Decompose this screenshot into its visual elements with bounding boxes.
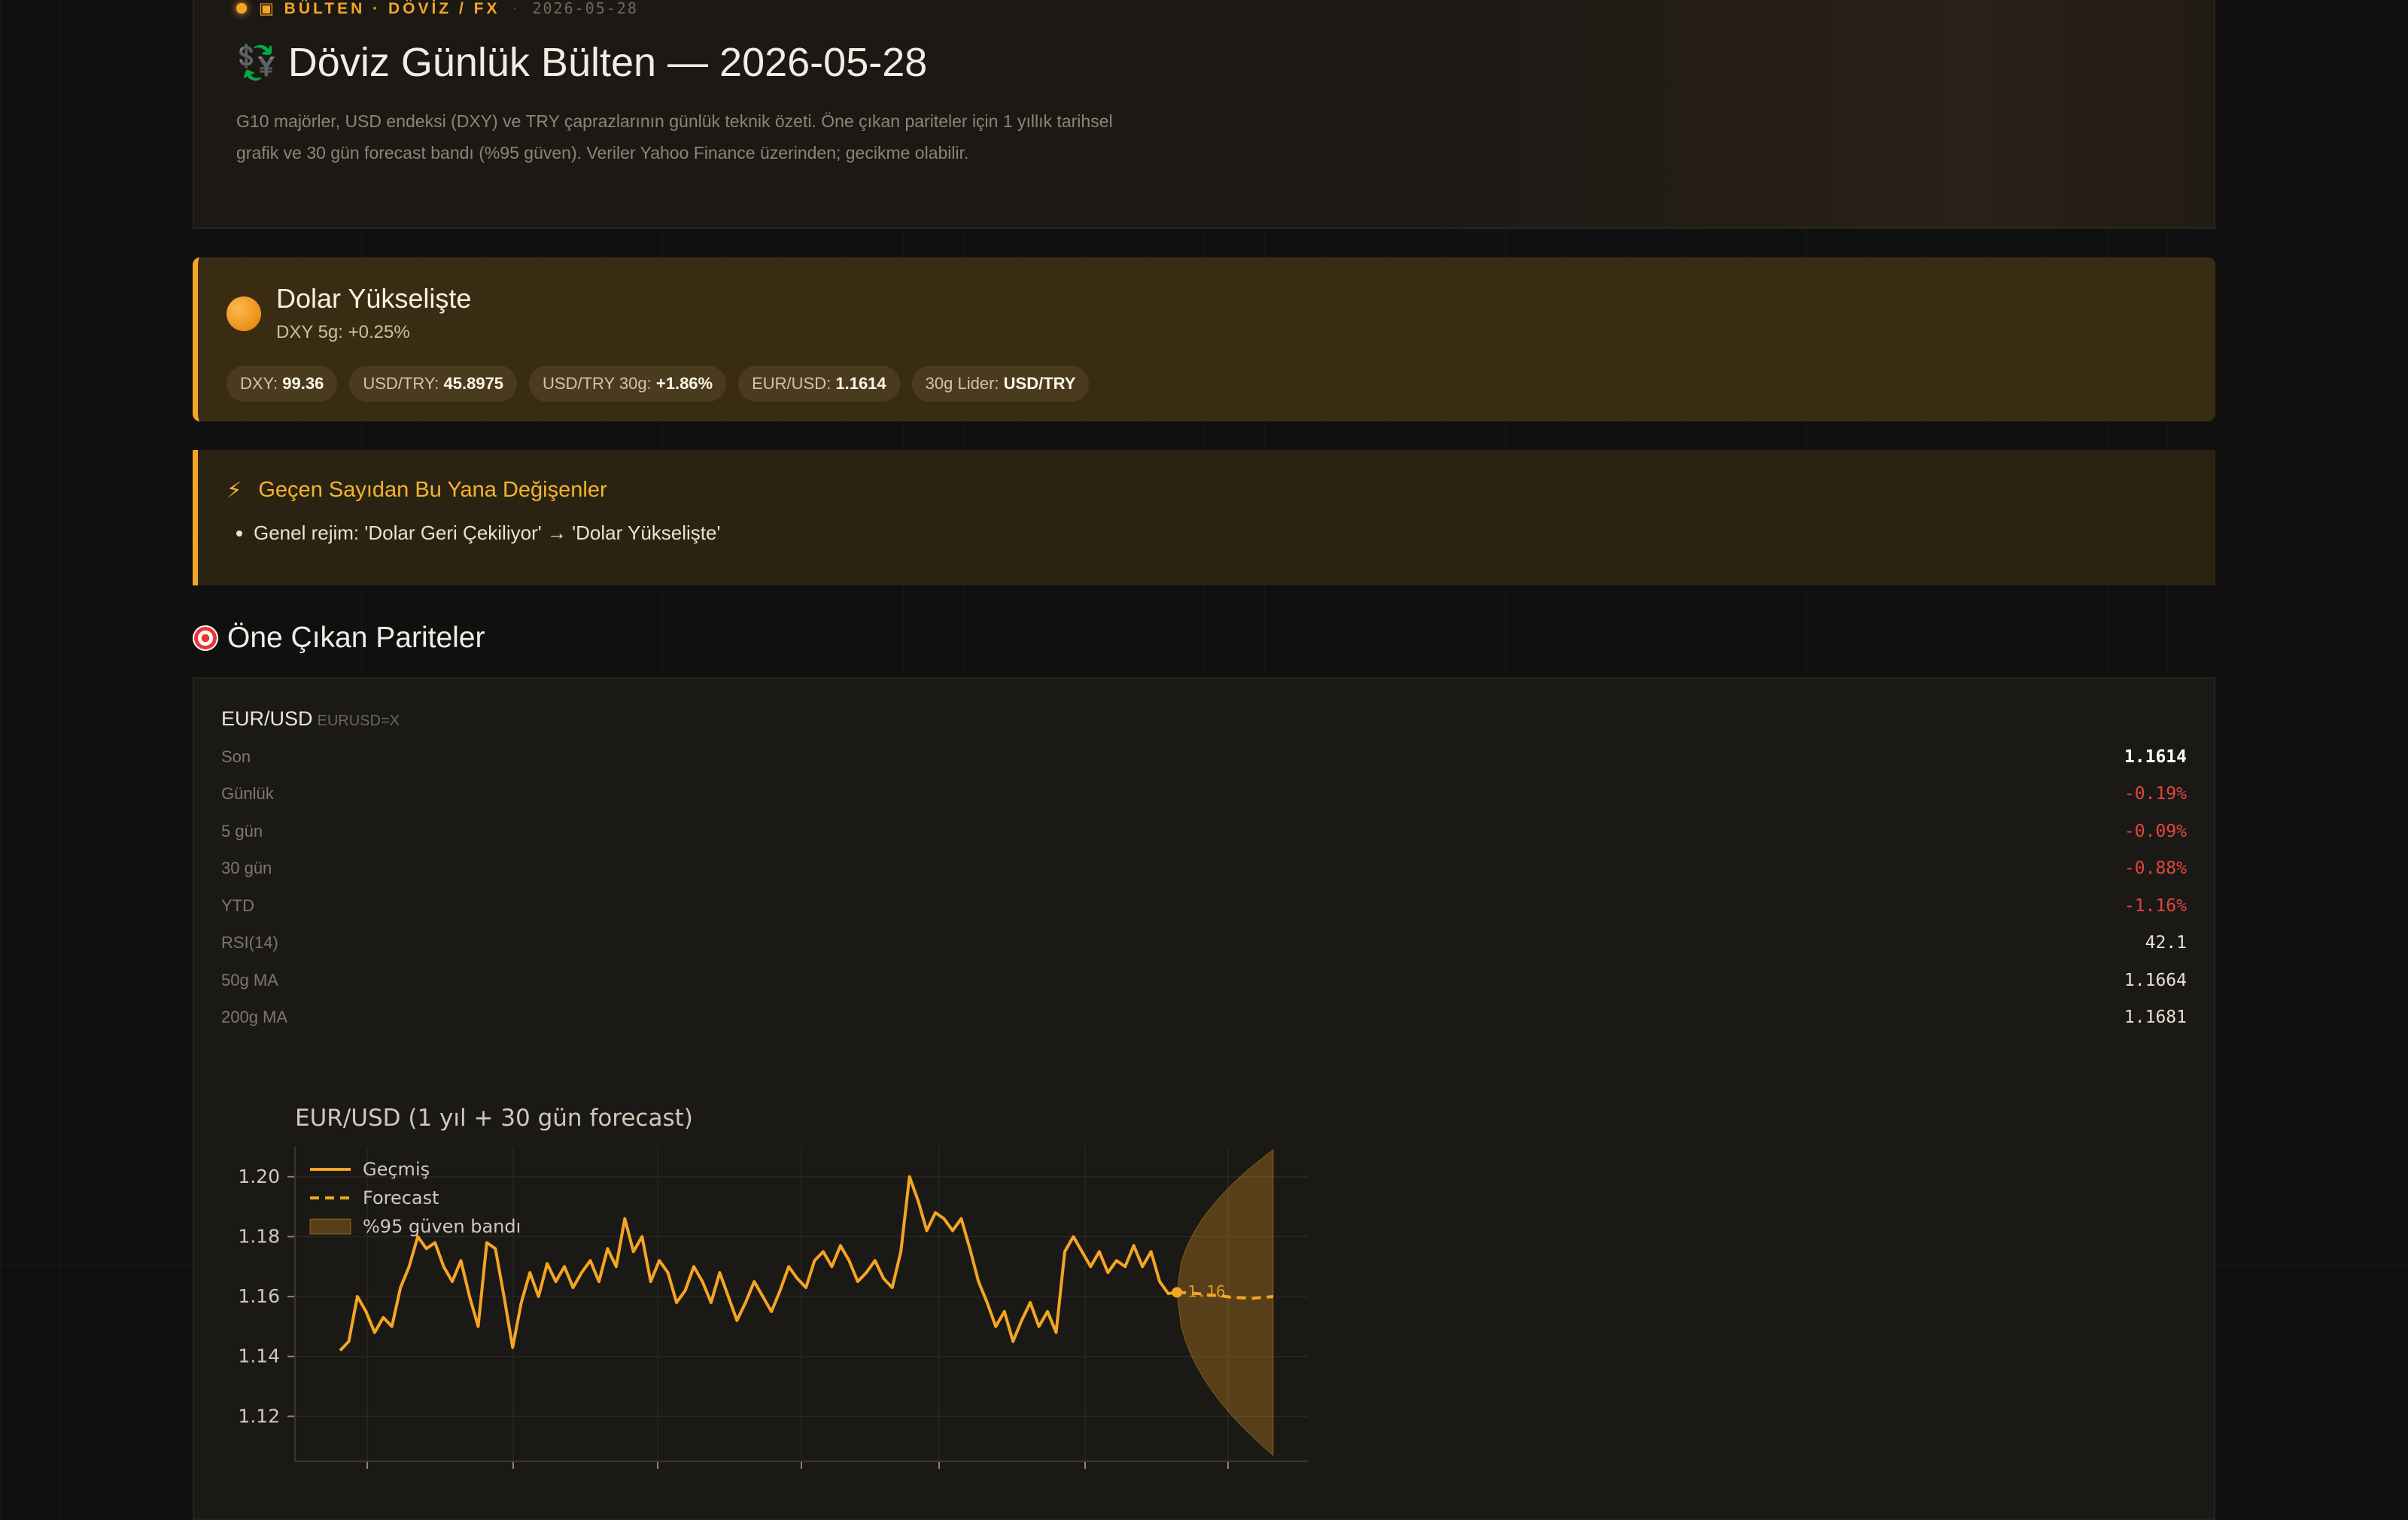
- pill-usdtry: USD/TRY: 45.8975: [349, 366, 518, 402]
- pair-card-eurusd: EUR/USD EURUSD=X Son 1.1614 Günlük -0.19% 5 g…: [193, 677, 2215, 1520]
- changes-list: Genel rejim: 'Dolar Geri Çekiliyor' → 'D…: [227, 521, 2215, 545]
- stat-row: 5 gün -0.09%: [221, 813, 2187, 850]
- stat-value: 1.1614: [2124, 746, 2187, 767]
- stat-value: -1.16%: [2124, 895, 2187, 916]
- pair-symbol: EURUSD=X: [317, 713, 400, 729]
- stat-row: 50g MA 1.1664: [221, 962, 2187, 999]
- stat-value: -0.88%: [2124, 859, 2187, 879]
- bulletin-header: ▣ BÜLTEN · DÖVİZ / FX · 2026-05-28 💱 Döv…: [193, 0, 2215, 229]
- stat-label: 30 gün: [221, 859, 272, 878]
- stat-row: Günlük -0.19%: [221, 776, 2187, 813]
- chart-title: EUR/USD (1 yıl + 30 gün forecast): [295, 1105, 693, 1132]
- pair-header: EUR/USD EURUSD=X: [221, 707, 2187, 731]
- stat-value: 1.1681: [2124, 1008, 2187, 1028]
- pill-30g-leader: 30g Lider: USD/TRY: [911, 366, 1090, 402]
- y-tick-label: 1.18: [238, 1225, 280, 1247]
- bulletin-tag: ▣ BÜLTEN · DÖVİZ / FX: [259, 0, 500, 17]
- pill-value: 45.8975: [443, 374, 504, 393]
- bulletin-date: 2026-05-28: [532, 0, 638, 17]
- y-tick-label: 1.12: [238, 1405, 280, 1427]
- legend-label: Forecast: [363, 1187, 439, 1208]
- changes-title-text: Geçen Sayıdan Bu Yana Değişenler: [258, 478, 607, 502]
- section-title: Öne Çıkan Pariteler: [193, 622, 485, 655]
- pill-usdtry-30g: USD/TRY 30g: +1.86%: [529, 366, 727, 402]
- bulletin-container: ▣ BÜLTEN · DÖVİZ / FX · 2026-05-28 💱 Döv…: [193, 0, 2215, 1520]
- changes-card: ⚡ Geçen Sayıdan Bu Yana Değişenler Genel…: [193, 450, 2215, 585]
- legend-label: %95 güven bandı: [363, 1216, 521, 1237]
- stat-label: RSI(14): [221, 933, 278, 953]
- target-icon: [193, 625, 218, 651]
- stat-label: Günlük: [221, 784, 274, 804]
- stat-label: Son: [221, 746, 251, 766]
- y-tick-label: 1.16: [238, 1285, 280, 1307]
- last-point-marker: [1172, 1287, 1182, 1298]
- stat-label: 50g MA: [221, 970, 278, 990]
- legend-label: Geçmiş: [363, 1159, 430, 1180]
- last-value-annotation: 1.16: [1187, 1282, 1226, 1300]
- bulletin-description: G10 majörler, USD endeksi (DXY) ve TRY ç…: [236, 111, 1113, 163]
- stat-row: RSI(14) 42.1: [221, 925, 2187, 962]
- stat-row: YTD -1.16%: [221, 887, 2187, 925]
- pill-label: 30g Lider:: [925, 374, 999, 393]
- page-title-text: Döviz Günlük Bülten — 2026-05-28: [287, 40, 928, 85]
- list-item: Genel rejim: 'Dolar Geri Çekiliyor' → 'D…: [254, 521, 2215, 545]
- regime-pills: DXY: 99.36 USD/TRY: 45.8975 USD/TRY 30g:…: [227, 366, 2215, 402]
- bulletin-kicker: ▣ BÜLTEN · DÖVİZ / FX · 2026-05-28: [236, 0, 2172, 17]
- pair-name: EUR/USD: [221, 707, 313, 730]
- pill-value: +1.86%: [655, 374, 713, 393]
- live-dot-icon: [236, 3, 247, 14]
- pill-label: EUR/USD:: [752, 374, 832, 393]
- pill-value: 99.36: [282, 374, 324, 393]
- pill-value: 1.1614: [835, 374, 886, 393]
- stat-value: 42.1: [2145, 933, 2187, 953]
- stat-value: -0.09%: [2124, 821, 2187, 841]
- kicker-separator: ·: [512, 0, 521, 17]
- stat-label: 5 gün: [221, 821, 263, 841]
- stat-label: 200g MA: [221, 1008, 288, 1027]
- eurusd-chart: EUR/USD (1 yıl + 30 gün forecast) 1.12 1.1…: [238, 1105, 1308, 1469]
- pill-value: USD/TRY: [1003, 374, 1076, 393]
- page-title: 💱 Döviz Günlük Bülten — 2026-05-28: [236, 39, 2172, 86]
- stat-value: -0.19%: [2124, 784, 2187, 804]
- pill-label: DXY:: [240, 374, 278, 393]
- regime-subtitle: DXY 5g: +0.25%: [276, 322, 410, 342]
- pill-label: USD/TRY:: [363, 374, 439, 393]
- stat-row: Son 1.1614: [221, 738, 2187, 776]
- legend-swatch-band: [309, 1218, 351, 1235]
- orange-circle-icon: [227, 296, 261, 331]
- regime-card: Dolar Yükselişte DXY 5g: +0.25% DXY: 99.…: [193, 257, 2215, 421]
- section-title-text: Öne Çıkan Pariteler: [227, 622, 485, 654]
- pair-stats: Son 1.1614 Günlük -0.19% 5 gün -0.09% 30 gün -0…: [221, 738, 2187, 1036]
- lightning-icon: ⚡: [227, 479, 242, 503]
- pill-dxy: DXY: 99.36: [227, 366, 338, 402]
- changes-title: ⚡ Geçen Sayıdan Bu Yana Değişenler: [227, 477, 2215, 503]
- stat-row: 30 gün -0.88%: [221, 850, 2187, 888]
- currency-exchange-icon: 💱: [236, 44, 278, 81]
- stat-value: 1.1664: [2124, 970, 2187, 990]
- pill-label: USD/TRY 30g:: [543, 374, 652, 393]
- y-tick-label: 1.20: [238, 1166, 280, 1187]
- pill-eurusd: EUR/USD: 1.1614: [738, 366, 900, 402]
- stat-label: YTD: [221, 895, 254, 915]
- regime-title: Dolar Yükselişte: [276, 283, 472, 314]
- y-tick-label: 1.14: [238, 1345, 280, 1367]
- stat-row: 200g MA 1.1681: [221, 999, 2187, 1037]
